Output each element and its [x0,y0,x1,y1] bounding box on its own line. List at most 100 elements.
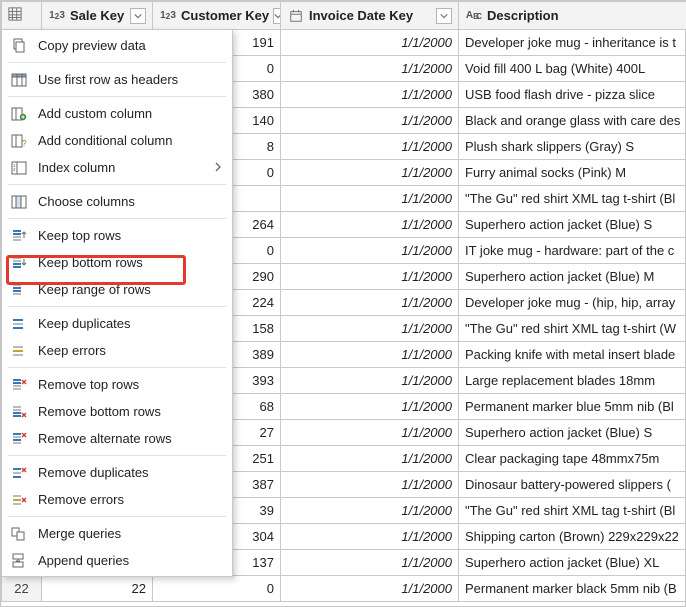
index-column-icon: 12 [10,159,28,177]
cell-description[interactable]: Developer joke mug - inheritance is t [459,30,686,56]
menu-keep-top-rows[interactable]: Keep top rows [2,222,232,249]
cell-description[interactable]: Shipping carton (Brown) 229x229x22 [459,524,686,550]
menu-copy-preview[interactable]: Copy preview data [2,32,232,59]
column-header-sale-key[interactable]: 123 Sale Key [42,2,153,30]
conditional-column-icon: ? [10,132,28,150]
menu-separator [8,218,226,219]
cell-description[interactable]: Plush shark slippers (Gray) S [459,134,686,160]
cell-description[interactable]: Furry animal socks (Pink) M [459,160,686,186]
cell-description[interactable]: Black and orange glass with care des [459,108,686,134]
copy-icon [10,37,28,55]
menu-index-column[interactable]: 12 Index column [2,154,232,181]
cell-description[interactable]: "The Gu" red shirt XML tag t-shirt (Bl [459,498,686,524]
cell-invoice-date[interactable]: 1/1/2000 [281,134,459,160]
cell-description[interactable]: Clear packaging tape 48mmx75m [459,446,686,472]
cell-invoice-date[interactable]: 1/1/2000 [281,290,459,316]
menu-remove-duplicates[interactable]: Remove duplicates [2,459,232,486]
cell-description[interactable]: Packing knife with metal insert blade [459,342,686,368]
chevron-right-icon [214,160,222,175]
menu-remove-top-rows[interactable]: Remove top rows [2,371,232,398]
cell-invoice-date[interactable]: 1/1/2000 [281,576,459,602]
merge-icon [10,525,28,543]
filter-button[interactable] [436,8,452,24]
cell-invoice-date[interactable]: 1/1/2000 [281,316,459,342]
cell-invoice-date[interactable]: 1/1/2000 [281,420,459,446]
menu-add-custom-column[interactable]: Add custom column [2,100,232,127]
cell-invoice-date[interactable]: 1/1/2000 [281,186,459,212]
cell-invoice-date[interactable]: 1/1/2000 [281,56,459,82]
menu-label: Remove duplicates [38,465,149,480]
cell-customer-key[interactable]: 0 [153,576,281,602]
menu-keep-duplicates[interactable]: Keep duplicates [2,310,232,337]
cell-invoice-date[interactable]: 1/1/2000 [281,160,459,186]
cell-invoice-date[interactable]: 1/1/2000 [281,342,459,368]
menu-keep-bottom-rows[interactable]: Keep bottom rows [2,249,232,276]
choose-columns-icon [10,193,28,211]
menu-keep-range-rows[interactable]: Keep range of rows [2,276,232,303]
cell-description[interactable]: Superhero action jacket (Blue) S [459,420,686,446]
append-icon [10,552,28,570]
keep-range-icon [10,281,28,299]
cell-invoice-date[interactable]: 1/1/2000 [281,498,459,524]
cell-description[interactable]: IT joke mug - hardware: part of the c [459,238,686,264]
cell-description[interactable]: Superhero action jacket (Blue) XL [459,550,686,576]
cell-invoice-date[interactable]: 1/1/2000 [281,550,459,576]
cell-description[interactable]: "The Gu" red shirt XML tag t-shirt (W [459,316,686,342]
column-header-invoice-date[interactable]: Invoice Date Key [281,2,459,30]
menu-label: Keep top rows [38,228,121,243]
menu-label: Remove alternate rows [38,431,172,446]
corner-header[interactable] [2,2,42,30]
menu-label: Add custom column [38,106,152,121]
menu-merge-queries[interactable]: Merge queries [2,520,232,547]
column-label: Description [487,8,559,23]
cell-invoice-date[interactable]: 1/1/2000 [281,108,459,134]
column-header-customer-key[interactable]: 123 Customer Key [153,2,281,30]
cell-description[interactable]: Superhero action jacket (Blue) M [459,264,686,290]
svg-text:?: ? [22,139,27,148]
menu-label: Add conditional column [38,133,172,148]
cell-description[interactable]: Dinosaur battery-powered slippers ( [459,472,686,498]
cell-invoice-date[interactable]: 1/1/2000 [281,472,459,498]
menu-label: Remove errors [38,492,124,507]
cell-invoice-date[interactable]: 1/1/2000 [281,264,459,290]
cell-description[interactable]: USB food flash drive - pizza slice [459,82,686,108]
menu-label: Choose columns [38,194,135,209]
cell-invoice-date[interactable]: 1/1/2000 [281,212,459,238]
cell-invoice-date[interactable]: 1/1/2000 [281,524,459,550]
cell-description[interactable]: Permanent marker black 5mm nib (B [459,576,686,602]
cell-invoice-date[interactable]: 1/1/2000 [281,238,459,264]
remove-alternate-icon [10,430,28,448]
menu-append-queries[interactable]: Append queries [2,547,232,574]
table-row[interactable]: 222201/1/2000Permanent marker black 5mm … [2,576,686,602]
cell-invoice-date[interactable]: 1/1/2000 [281,394,459,420]
menu-keep-errors[interactable]: Keep errors [2,337,232,364]
cell-description[interactable]: Developer joke mug - (hip, hip, array [459,290,686,316]
cell-invoice-date[interactable]: 1/1/2000 [281,446,459,472]
cell-description[interactable]: Superhero action jacket (Blue) S [459,212,686,238]
keep-errors-icon [10,342,28,360]
cell-description[interactable]: "The Gu" red shirt XML tag t-shirt (Bl [459,186,686,212]
menu-label: Keep errors [38,343,106,358]
filter-button[interactable] [273,8,280,24]
menu-remove-bottom-rows[interactable]: Remove bottom rows [2,398,232,425]
cell-invoice-date[interactable]: 1/1/2000 [281,30,459,56]
row-number[interactable]: 22 [2,576,42,602]
type-badge-date-icon [287,8,305,24]
menu-use-first-row[interactable]: Use first row as headers [2,66,232,93]
cell-description[interactable]: Large replacement blades 18mm [459,368,686,394]
cell-description[interactable]: Permanent marker blue 5mm nib (Bl [459,394,686,420]
menu-add-conditional-column[interactable]: ? Add conditional column [2,127,232,154]
keep-duplicates-icon [10,315,28,333]
menu-choose-columns[interactable]: Choose columns [2,188,232,215]
column-label: Customer Key [181,8,269,23]
menu-remove-errors[interactable]: Remove errors [2,486,232,513]
column-header-description[interactable]: ABC Description [459,2,686,30]
cell-sale-key[interactable]: 22 [42,576,153,602]
menu-remove-alternate-rows[interactable]: Remove alternate rows [2,425,232,452]
table-menu-icon[interactable] [8,9,22,24]
cell-description[interactable]: Void fill 400 L bag (White) 400L [459,56,686,82]
menu-label: Remove bottom rows [38,404,161,419]
cell-invoice-date[interactable]: 1/1/2000 [281,368,459,394]
cell-invoice-date[interactable]: 1/1/2000 [281,82,459,108]
filter-button[interactable] [130,8,146,24]
